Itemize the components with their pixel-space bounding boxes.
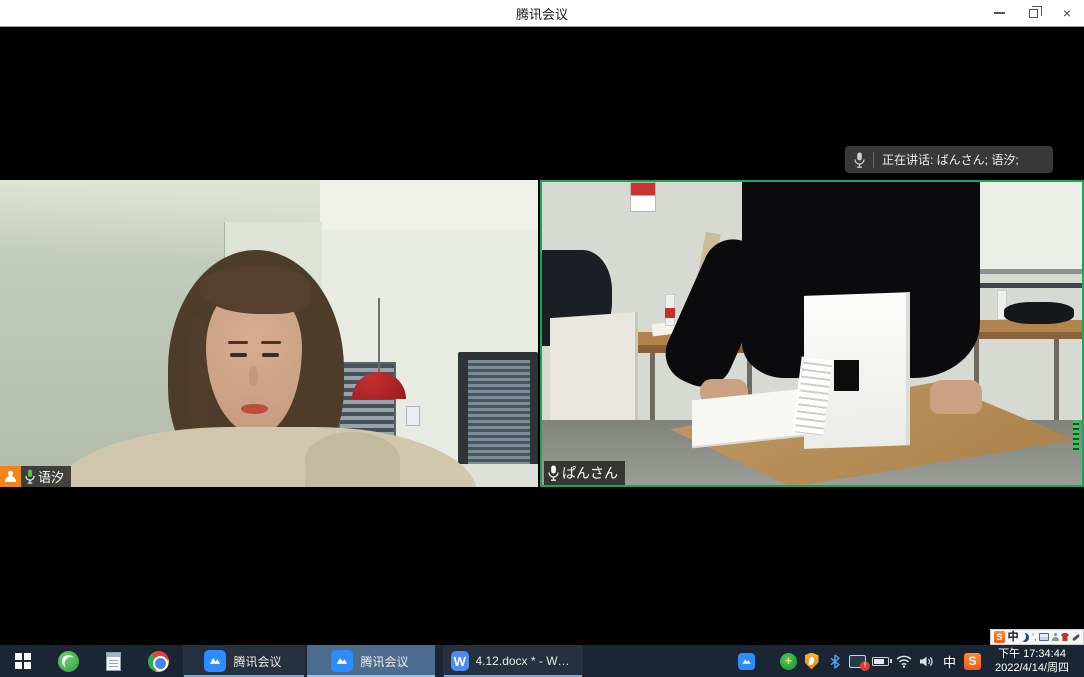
table-leg-art (1054, 339, 1059, 424)
meeting-stage: 正在讲话: ばんさん; 语汐; (0, 27, 1084, 645)
ime-toolbar: S 中 ’, (990, 629, 1084, 645)
table-art (962, 332, 1082, 339)
windows-start-icon (15, 653, 31, 669)
notepad-icon (106, 652, 121, 671)
wifi-icon (896, 655, 912, 668)
window-controls: × (982, 0, 1084, 26)
bluetooth-icon (830, 654, 840, 669)
soft-keyboard-icon[interactable] (1039, 633, 1049, 641)
taskbar-button-label: 4.12.docx * - WPS ... (476, 654, 574, 668)
restore-icon[interactable] (1016, 0, 1050, 26)
close-glyph: × (1063, 6, 1071, 20)
tencent-meeting-icon (331, 650, 353, 672)
system-tray: + ! (733, 645, 1084, 677)
sogou-icon: S (964, 653, 981, 670)
tray-tencent-meeting[interactable] (733, 645, 759, 677)
taskbar-chrome[interactable] (136, 645, 181, 677)
taskbar-button-tencent-meeting-active[interactable]: 腾讯会议 (307, 645, 435, 677)
display-alert-icon: ! (849, 655, 866, 668)
participant-name: 语汐 (38, 467, 64, 486)
person-icon (5, 471, 16, 482)
tray-volume[interactable] (915, 645, 938, 677)
pill-divider (873, 152, 874, 168)
wps-writer-icon: W (451, 651, 469, 671)
taskbar-button-label: 腾讯会议 (233, 653, 281, 670)
clock-time: 下午 17:34:44 (998, 647, 1066, 661)
minimize-icon[interactable] (982, 0, 1016, 26)
person-coat-art (305, 432, 400, 487)
taskbar-360-browser[interactable] (46, 645, 91, 677)
speaking-text: 正在讲话: ばんさん; 语汐; (882, 151, 1019, 168)
tray-360-safety[interactable]: + (777, 645, 800, 677)
participant-nameplate: 语汐 (0, 466, 71, 487)
microphone-icon (854, 152, 865, 168)
security-shield-icon (805, 653, 819, 670)
volume-icon (919, 655, 934, 668)
speaking-indicator: 正在讲话: ばんさん; 语汐; (845, 146, 1053, 173)
half-moon-icon[interactable] (1021, 633, 1029, 642)
tencent-meeting-icon (738, 653, 755, 670)
audio-level-indicator (1073, 420, 1079, 452)
wall-picture-art (406, 406, 420, 426)
mic-on-icon (548, 465, 559, 481)
participant-nameplate: ぱんさん (544, 461, 625, 485)
name-chip: ぱんさん (544, 461, 625, 485)
account-icon[interactable] (1052, 633, 1058, 641)
person-face-art (261, 341, 281, 344)
360-browser-icon (58, 651, 79, 672)
taskbar-clock[interactable]: 下午 17:34:44 2022/4/14/周四 (984, 647, 1084, 675)
person-face-art (241, 404, 268, 414)
window-title: 腾讯会议 (516, 4, 568, 23)
participant-video-right[interactable]: ぱんさん (540, 180, 1084, 487)
door-blinds-art (468, 360, 530, 479)
person-face-art (262, 353, 279, 357)
chrome-icon (148, 651, 169, 672)
avatar (0, 466, 21, 487)
window-titlebar: 腾讯会议 × (0, 0, 1084, 27)
model-window-art (834, 360, 859, 391)
clock-date: 2022/4/14/周四 (995, 661, 1069, 675)
participant-video-left[interactable]: 语汐 (0, 180, 538, 487)
tray-bluetooth[interactable] (823, 645, 846, 677)
punctuation-icon[interactable]: ’, (1032, 633, 1037, 642)
chinese-input-icon: 中 (943, 652, 956, 671)
taskbar-button-tencent-meeting[interactable]: 腾讯会议 (183, 645, 305, 677)
tray-battery[interactable] (869, 645, 892, 677)
close-icon[interactable]: × (1050, 0, 1084, 26)
participant-name: ぱんさん (562, 463, 618, 483)
tray-input-indicator[interactable]: 中 (938, 645, 961, 677)
lamp-cord-art (378, 298, 380, 374)
sogou-logo-icon[interactable]: S (994, 631, 1005, 643)
table-leg-art (650, 353, 655, 423)
tencent-meeting-icon (204, 650, 226, 672)
battery-icon (872, 657, 889, 666)
tray-security-shield[interactable] (800, 645, 823, 677)
360-safety-icon: + (780, 653, 797, 670)
tray-sogou[interactable]: S (961, 645, 984, 677)
screen: 腾讯会议 × 正在讲话: ばんさん; 语汐; (0, 0, 1084, 677)
minimize-glyph (994, 12, 1005, 14)
bottle-label-art (665, 308, 675, 318)
poster-art (630, 182, 656, 212)
tray-spacer (759, 645, 777, 677)
taskbar-button-wps-document[interactable]: W 4.12.docx * - WPS ... (443, 645, 583, 677)
wrench-icon[interactable] (1072, 633, 1080, 641)
taskbar-notepad[interactable] (91, 645, 136, 677)
taskbar: 腾讯会议 腾讯会议 W 4.12.docx * - WPS ... + (0, 645, 1084, 677)
taskbar-button-label: 腾讯会议 (360, 653, 408, 670)
mic-on-icon (25, 469, 35, 484)
person-hand-art (930, 380, 982, 414)
bag-art (1004, 302, 1074, 324)
person-face-art (230, 353, 247, 357)
restore-glyph (1029, 9, 1038, 18)
name-chip: 语汐 (21, 466, 71, 487)
person-face-art (228, 341, 248, 344)
person-face-art (249, 366, 258, 386)
tray-wifi[interactable] (892, 645, 915, 677)
chinese-mode-icon[interactable]: 中 (1008, 632, 1019, 643)
tray-display-alert[interactable]: ! (846, 645, 869, 677)
skin-icon[interactable] (1061, 633, 1069, 641)
start-button[interactable] (0, 645, 46, 677)
